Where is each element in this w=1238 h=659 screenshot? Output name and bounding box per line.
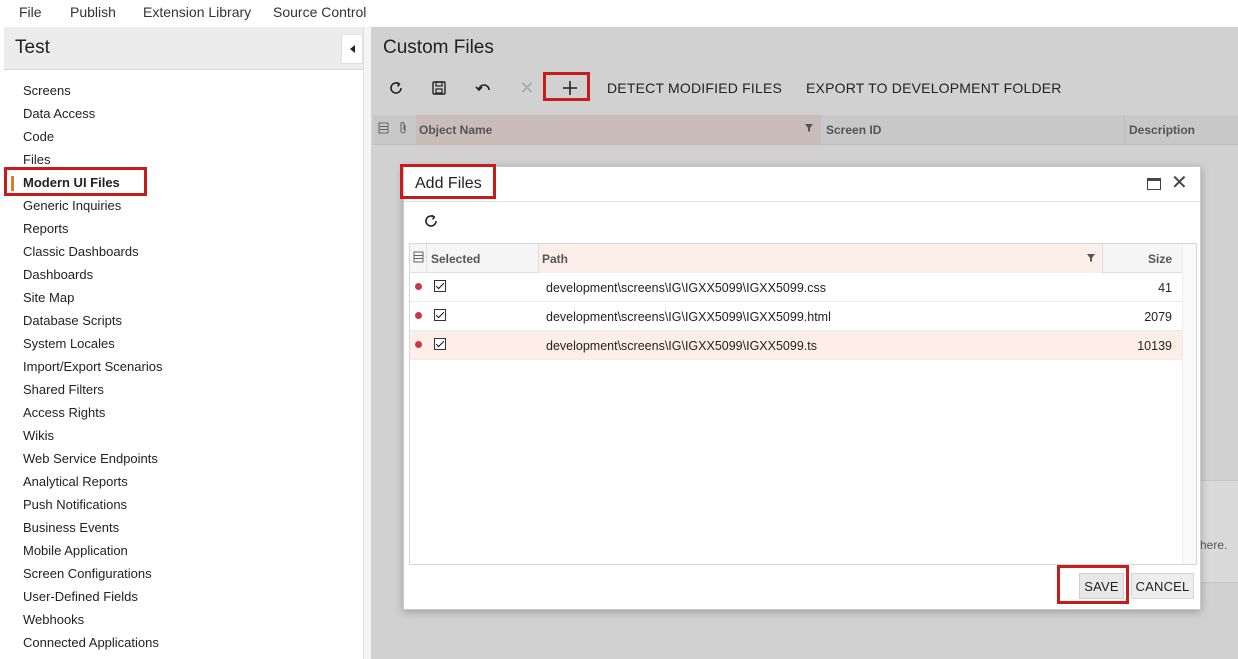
dialog-title-bar[interactable]: Add Files ✕ bbox=[404, 167, 1200, 202]
column-size[interactable]: Size bbox=[1148, 252, 1172, 266]
highlight-box-save-button bbox=[1057, 565, 1129, 604]
menu-source-control[interactable]: Source Control bbox=[273, 4, 366, 20]
page-title: Custom Files bbox=[383, 37, 494, 58]
cancel-button[interactable]: CANCEL bbox=[1131, 573, 1194, 599]
delete-icon[interactable]: ✕ bbox=[517, 78, 537, 98]
grid-scrollbar[interactable] bbox=[1182, 244, 1196, 564]
detect-modified-files-button[interactable]: DETECT MODIFIED FILES bbox=[607, 80, 782, 96]
file-path: development\screens\IG\IGXX5099\IGXX5099… bbox=[546, 310, 831, 324]
file-size: 2079 bbox=[1144, 310, 1172, 324]
column-divider bbox=[1102, 244, 1103, 273]
close-icon[interactable]: ✕ bbox=[1171, 172, 1188, 194]
column-divider bbox=[538, 244, 539, 273]
save-icon[interactable] bbox=[429, 78, 449, 98]
row-settings-icon[interactable] bbox=[413, 251, 424, 266]
custom-files-grid-header: Object Name Screen ID Description bbox=[373, 115, 1238, 145]
top-menu: File Publish Extension Library Source Co… bbox=[0, 0, 1238, 26]
path-column-bg bbox=[538, 244, 1102, 273]
nav-item-webhooks[interactable]: Webhooks bbox=[23, 608, 84, 631]
file-size: 10139 bbox=[1137, 339, 1172, 353]
nav-item-database-scripts[interactable]: Database Scripts bbox=[23, 309, 122, 332]
selected-checkbox[interactable] bbox=[434, 280, 446, 292]
nav-item-wikis[interactable]: Wikis bbox=[23, 424, 54, 447]
files-grid: Selected Path Size development\screens\I… bbox=[409, 243, 1197, 565]
nav-item-user-defined-fields[interactable]: User-Defined Fields bbox=[23, 585, 138, 608]
selected-checkbox[interactable] bbox=[434, 338, 446, 350]
nav-item-system-locales[interactable]: System Locales bbox=[23, 332, 115, 355]
panel-splitter[interactable] bbox=[363, 27, 371, 659]
attachment-icon bbox=[398, 121, 408, 138]
export-to-development-folder-button[interactable]: EXPORT TO DEVELOPMENT FOLDER bbox=[806, 80, 1062, 96]
nav-item-analytical-reports[interactable]: Analytical Reports bbox=[23, 470, 128, 493]
nav-item-business-events[interactable]: Business Events bbox=[23, 516, 119, 539]
caret-left-icon bbox=[349, 45, 355, 53]
highlight-box-add-files-title bbox=[400, 164, 496, 199]
undo-icon[interactable] bbox=[473, 78, 493, 98]
collapse-panel-button[interactable] bbox=[341, 34, 363, 64]
column-divider bbox=[426, 244, 427, 273]
row-settings-icon[interactable] bbox=[378, 122, 389, 137]
menu-extension-library[interactable]: Extension Library bbox=[143, 4, 251, 20]
refresh-icon[interactable] bbox=[386, 78, 406, 98]
menu-publish[interactable]: Publish bbox=[70, 4, 116, 20]
maximize-icon[interactable] bbox=[1147, 178, 1161, 190]
nav-item-push-notifications[interactable]: Push Notifications bbox=[23, 493, 127, 516]
project-header: Test bbox=[4, 27, 363, 70]
table-row[interactable]: development\screens\IG\IGXX5099\IGXX5099… bbox=[410, 302, 1182, 331]
nav-item-dashboards[interactable]: Dashboards bbox=[23, 263, 93, 286]
file-path: development\screens\IG\IGXX5099\IGXX5099… bbox=[546, 281, 827, 295]
column-selected[interactable]: Selected bbox=[431, 252, 480, 266]
nav-item-reports[interactable]: Reports bbox=[23, 217, 69, 240]
nav-item-data-access[interactable]: Data Access bbox=[23, 102, 95, 125]
column-divider bbox=[1124, 115, 1125, 145]
modified-dot-icon bbox=[415, 312, 422, 319]
nav-item-code[interactable]: Code bbox=[23, 125, 54, 148]
column-screen-id[interactable]: Screen ID bbox=[826, 123, 881, 137]
modified-dot-icon bbox=[415, 283, 422, 290]
column-path[interactable]: Path bbox=[542, 252, 568, 266]
nav-item-generic-inquiries[interactable]: Generic Inquiries bbox=[23, 194, 121, 217]
highlight-box-modern-ui-files bbox=[4, 167, 147, 196]
nav-item-site-map[interactable]: Site Map bbox=[23, 286, 74, 309]
nav-item-shared-filters[interactable]: Shared Filters bbox=[23, 378, 104, 401]
nav-item-access-rights[interactable]: Access Rights bbox=[23, 401, 105, 424]
file-size: 41 bbox=[1158, 281, 1172, 295]
column-object-name[interactable]: Object Name bbox=[419, 123, 492, 137]
file-path: development\screens\IG\IGXX5099\IGXX5099… bbox=[546, 339, 817, 353]
add-files-dialog: Add Files ✕ Selected Path Size developme… bbox=[403, 166, 1201, 610]
filter-icon[interactable] bbox=[805, 121, 813, 135]
column-description[interactable]: Description bbox=[1129, 123, 1195, 137]
highlight-box-add-button bbox=[543, 72, 590, 101]
dialog-refresh-icon[interactable] bbox=[423, 213, 439, 234]
nav-item-connected-applications[interactable]: Connected Applications bbox=[23, 631, 159, 654]
table-row-selected[interactable]: development\screens\IG\IGXX5099\IGXX5099… bbox=[410, 331, 1182, 360]
background-partial-text: here. bbox=[1200, 538, 1228, 552]
filter-icon[interactable] bbox=[1087, 251, 1095, 265]
nav-item-web-service-endpoints[interactable]: Web Service Endpoints bbox=[23, 447, 158, 470]
modified-dot-icon bbox=[415, 341, 422, 348]
menu-file[interactable]: File bbox=[19, 4, 42, 20]
nav-item-classic-dashboards[interactable]: Classic Dashboards bbox=[23, 240, 139, 263]
selected-checkbox[interactable] bbox=[434, 309, 446, 321]
files-grid-header: Selected Path Size bbox=[410, 244, 1182, 273]
nav-item-import-export-scenarios[interactable]: Import/Export Scenarios bbox=[23, 355, 162, 378]
table-row[interactable]: development\screens\IG\IGXX5099\IGXX5099… bbox=[410, 273, 1182, 302]
project-title: Test bbox=[15, 37, 50, 58]
nav-item-screens[interactable]: Screens bbox=[23, 79, 71, 102]
nav-item-mobile-application[interactable]: Mobile Application bbox=[23, 539, 128, 562]
nav-item-screen-configurations[interactable]: Screen Configurations bbox=[23, 562, 152, 585]
